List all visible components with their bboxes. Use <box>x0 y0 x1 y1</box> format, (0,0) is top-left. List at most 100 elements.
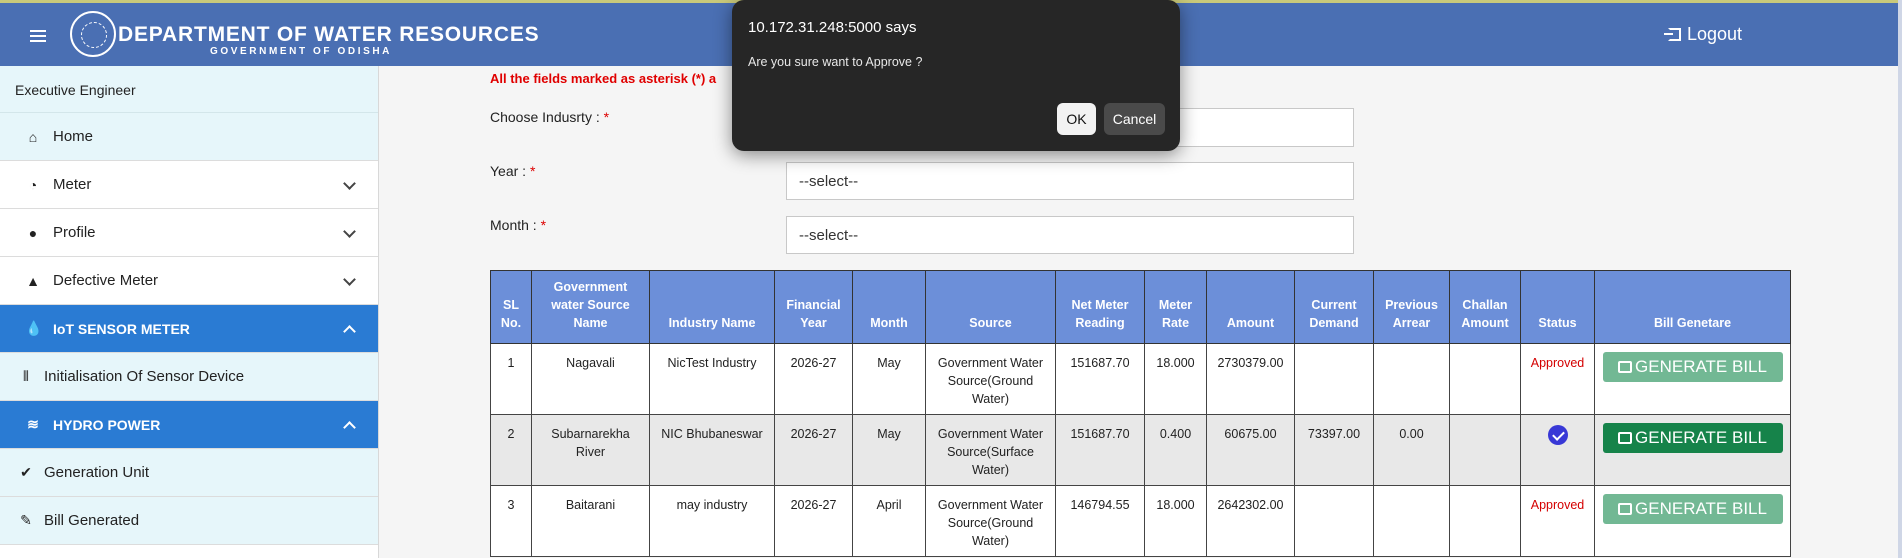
header-text: Challan <box>1462 297 1508 312</box>
cell-previous-arrear <box>1373 485 1450 557</box>
warning-icon: ▲ <box>26 272 40 289</box>
sidebar-item-iot-sensor-meter[interactable]: 💧 IoT SENSOR METER <box>0 305 378 353</box>
cell-amount: 2730379.00 <box>1206 343 1295 415</box>
header-text: SL <box>503 297 519 312</box>
header-text: Amount <box>1461 315 1509 330</box>
header-sl: SL No. <box>490 270 532 344</box>
user-icon: ● <box>28 224 38 241</box>
page-scrollbar[interactable] <box>1898 0 1902 558</box>
ok-button[interactable]: OK <box>1057 103 1096 135</box>
sidebar-item-initialisation-sensor[interactable]: ⫴ Initialisation Of Sensor Device <box>0 353 378 401</box>
chevron-down-icon <box>343 177 356 190</box>
water-drop-icon: 💧 <box>25 320 43 336</box>
cell-source: Government Water Source(Surface Water) <box>925 414 1056 486</box>
month-select[interactable]: --select-- <box>786 216 1354 254</box>
header-text: Net Meter <box>1071 297 1129 312</box>
cell-text: Government Water <box>937 356 1044 370</box>
header-text: Year <box>800 315 827 330</box>
cell-current-demand <box>1294 485 1374 557</box>
bill-table: SL No. Government water Source Name Industr… <box>490 270 1791 557</box>
status-badge: Approved <box>1530 498 1585 512</box>
cell-text: Source(Ground <box>947 374 1034 389</box>
generate-bill-label: GENERATE BILL <box>1635 499 1767 518</box>
table-row: 3 Baitarani may industry 2026-27 April G… <box>490 485 1791 557</box>
cell-text: Subarnarekha <box>551 427 630 441</box>
cell-previous-arrear: 0.00 <box>1373 414 1450 486</box>
required-asterisk: * <box>529 163 536 179</box>
generate-bill-button[interactable]: GENERATE BILL <box>1602 423 1783 453</box>
printer-icon <box>1618 432 1633 444</box>
cell-sl: 2 <box>490 414 532 486</box>
department-subtitle: GOVERNMENT OF ODISHA <box>210 46 393 57</box>
dialog-origin: 10.172.31.248:5000 says <box>748 19 917 36</box>
sidebar-item-label: Bill Generated <box>44 512 140 529</box>
cell-source: Government Water Source(Ground Water) <box>925 343 1056 415</box>
cell-industry: NIC Bhubaneswar <box>649 414 775 486</box>
sidebar-item-bill-generated[interactable]: ✎ Bill Generated <box>0 497 378 545</box>
sidebar-item-label: Defective Meter <box>53 272 159 289</box>
sidebar-item-home[interactable]: ⌂ Home <box>0 113 378 161</box>
cell-challan <box>1449 485 1521 557</box>
header-text: Previous <box>1385 297 1438 312</box>
chevron-up-icon <box>343 421 356 434</box>
header-meter-rate: Meter Rate <box>1144 270 1207 344</box>
cell-text: Government Water <box>937 498 1044 512</box>
cell-meter-rate: 0.400 <box>1144 414 1207 486</box>
year-select[interactable]: --select-- <box>786 162 1354 200</box>
header-source: Source <box>925 270 1056 344</box>
printer-icon <box>1618 503 1633 515</box>
required-asterisk: * <box>603 109 610 125</box>
status-badge: Approved <box>1530 356 1585 370</box>
industry-label: Choose Indusrty : * <box>490 109 609 125</box>
header-text: Demand <box>1309 315 1359 330</box>
sidebar-item-profile[interactable]: ● Profile <box>0 209 378 257</box>
cell-status: Approved <box>1520 343 1595 415</box>
cell-month: May <box>852 343 926 415</box>
cell-amount: 60675.00 <box>1206 414 1295 486</box>
header-status: Status <box>1520 270 1595 344</box>
month-label-text: Month : <box>490 217 541 233</box>
header-text: Arrear <box>1392 315 1431 330</box>
cell-net-meter: 151687.70 <box>1055 343 1145 415</box>
cell-sl: 1 <box>490 343 532 415</box>
header-text: Government <box>553 279 628 294</box>
generate-bill-label: GENERATE BILL <box>1635 357 1767 376</box>
header-current-demand: Current Demand <box>1294 270 1374 344</box>
cell-status: Approved <box>1520 485 1595 557</box>
cell-month: May <box>852 414 926 486</box>
cell-industry: may industry <box>649 485 775 557</box>
sidebar-item-generation-unit[interactable]: ✔ Generation Unit <box>0 449 378 497</box>
required-fields-notice: All the fields marked as asterisk (*) a <box>490 71 717 86</box>
cell-text: Water) <box>971 534 1010 549</box>
water-waves-icon: ≋ <box>27 416 39 432</box>
cell-text: Water) <box>971 392 1010 407</box>
header-amount: Amount <box>1206 270 1295 344</box>
header-text: Meter <box>1158 297 1193 312</box>
gauge-icon: ◔ <box>28 176 38 193</box>
generate-bill-label: GENERATE BILL <box>1635 428 1767 447</box>
sensor-wave-icon: ⫴ <box>23 368 29 384</box>
dialog-message: Are you sure want to Approve ? <box>748 55 923 69</box>
sidebar-item-defective-meter[interactable]: ▲ Defective Meter <box>0 257 378 305</box>
header-text: Current <box>1311 297 1357 312</box>
cell-previous-arrear <box>1373 343 1450 415</box>
printer-icon <box>1618 361 1633 373</box>
generate-bill-button[interactable]: GENERATE BILL <box>1602 352 1783 382</box>
table-row: 2 Subarnarekha River NIC Bhubaneswar 2026… <box>490 414 1791 486</box>
chevron-down-icon <box>343 225 356 238</box>
generate-bill-button[interactable]: GENERATE BILL <box>1602 494 1783 524</box>
year-label: Year : * <box>490 163 535 179</box>
check-circle-icon: ✔ <box>20 464 32 480</box>
sidebar-item-hydro-power[interactable]: ≋ HYDRO POWER <box>0 401 378 449</box>
cell-text: River <box>575 445 606 460</box>
check-circle-icon[interactable] <box>1547 425 1568 445</box>
header-text: Financial <box>786 297 841 312</box>
cancel-button[interactable]: Cancel <box>1104 103 1165 135</box>
cell-month: April <box>852 485 926 557</box>
cell-text: Source(Surface <box>947 445 1034 460</box>
hamburger-menu-icon[interactable] <box>30 30 46 42</box>
sidebar-item-meter[interactable]: ◔ Meter <box>0 161 378 209</box>
confirm-dialog: 10.172.31.248:5000 says Are you sure wan… <box>732 0 1180 151</box>
sidebar-item-label: Profile <box>53 224 96 241</box>
logout-button[interactable]: Logout <box>1663 24 1742 45</box>
